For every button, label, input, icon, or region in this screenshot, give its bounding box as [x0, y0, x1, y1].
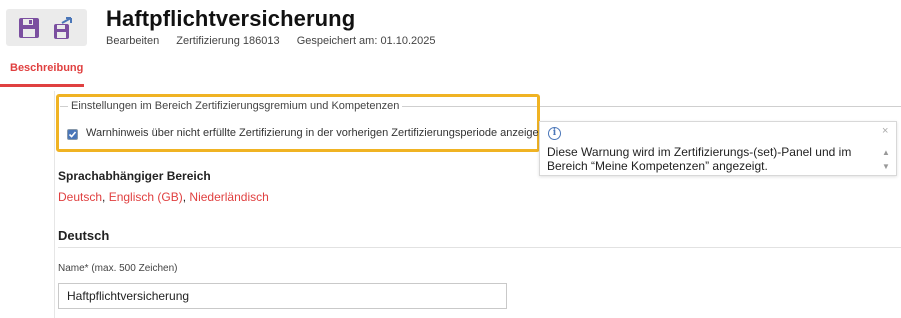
highlight-frame	[56, 94, 540, 152]
deutsch-section-title: Deutsch	[58, 228, 110, 243]
header-meta: Bearbeiten Zertifizierung 186013 Gespeic…	[106, 35, 450, 47]
close-icon[interactable]: ×	[882, 125, 888, 137]
scroll-up-icon[interactable]: ▲	[882, 148, 890, 157]
language-link-niederlaendisch[interactable]: Niederländisch	[189, 190, 268, 204]
language-link-englisch[interactable]: Englisch (GB)	[109, 190, 183, 204]
content-divider	[54, 91, 55, 318]
floppy-disk-icon[interactable]	[16, 15, 42, 41]
language-link-deutsch[interactable]: Deutsch	[58, 190, 102, 204]
tab-beschreibung[interactable]: Beschreibung	[10, 62, 83, 74]
language-section-title: Sprachabhängiger Bereich	[58, 169, 211, 183]
scroll-down-icon[interactable]: ▼	[882, 162, 890, 171]
saved-date: Gespeichert am: 01.10.2025	[296, 35, 436, 47]
name-field[interactable]	[58, 283, 507, 309]
section-divider	[58, 247, 901, 248]
language-separator: ,	[102, 190, 109, 204]
warning-checkbox-label[interactable]: Warnhinweis über nicht erfüllte Zertifiz…	[86, 127, 545, 139]
toolbar	[6, 9, 87, 46]
page-title: Haftpflichtversicherung	[106, 6, 356, 31]
active-tab-indicator	[0, 84, 84, 87]
info-tooltip: i × ▲ ▼ Diese Warnung wird im Zertifizie…	[539, 121, 897, 176]
certification-id: Zertifizierung 186013	[176, 35, 280, 47]
checkmark-icon	[68, 131, 77, 138]
info-icon: i	[548, 127, 561, 140]
save-as-icon[interactable]	[51, 15, 77, 41]
tooltip-text: Diese Warnung wird im Zertifizierungs-(s…	[547, 145, 852, 173]
warning-checkbox[interactable]	[67, 129, 78, 140]
name-field-label: Name* (max. 500 Zeichen)	[58, 263, 178, 274]
mode-text: Bearbeiten	[106, 35, 160, 47]
language-links: Deutsch, Englisch (GB), Niederländisch	[58, 190, 269, 204]
